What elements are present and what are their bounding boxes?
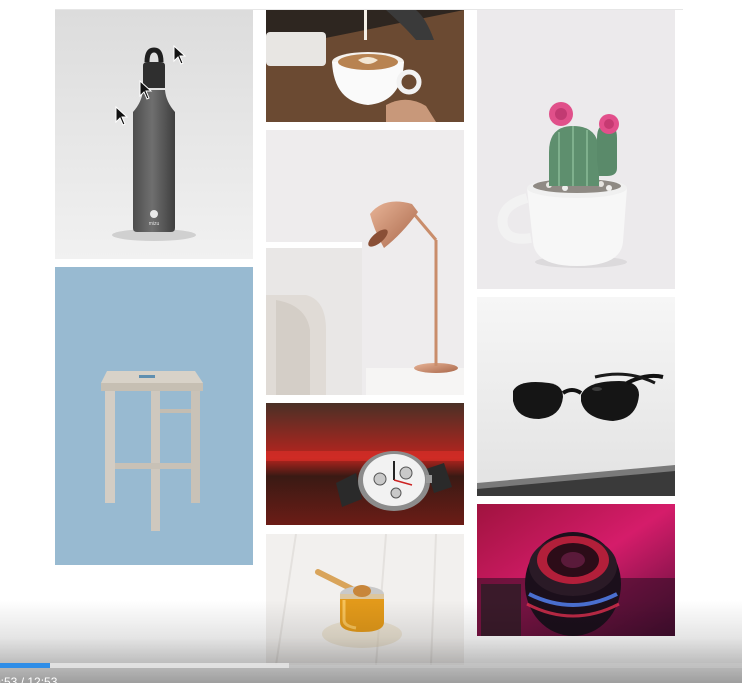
mouse-pointer-icon bbox=[173, 45, 187, 65]
video-progress-bar[interactable] bbox=[0, 663, 742, 668]
photo-wrist-watch[interactable] bbox=[266, 403, 464, 525]
honey-jar-image bbox=[266, 534, 464, 665]
mouse-pointer-icon bbox=[115, 106, 129, 126]
camera-lens-image bbox=[477, 504, 675, 636]
photo-water-bottle[interactable]: mizu bbox=[55, 10, 253, 259]
photo-honey-jar[interactable] bbox=[266, 534, 464, 665]
bottle-logo-text: mizu bbox=[149, 221, 160, 227]
video-played-bar bbox=[0, 663, 51, 668]
photo-wooden-stool[interactable] bbox=[55, 267, 253, 565]
wooden-stool-image bbox=[55, 267, 253, 565]
cactus-image bbox=[477, 10, 675, 289]
photo-latte[interactable] bbox=[266, 10, 464, 122]
latte-image bbox=[266, 10, 464, 122]
mouse-pointer-icon bbox=[139, 80, 153, 100]
wrist-watch-image bbox=[266, 403, 464, 525]
photo-sunglasses[interactable] bbox=[477, 297, 675, 496]
photo-desk-lamp[interactable] bbox=[266, 130, 464, 395]
photo-camera-lens[interactable] bbox=[477, 504, 675, 636]
water-bottle-image: mizu bbox=[55, 10, 253, 259]
photo-cactus[interactable] bbox=[477, 10, 675, 289]
sunglasses-image bbox=[477, 297, 675, 496]
video-time-display: 0:53 / 12:53 bbox=[0, 675, 58, 689]
desk-lamp-image bbox=[266, 130, 464, 395]
